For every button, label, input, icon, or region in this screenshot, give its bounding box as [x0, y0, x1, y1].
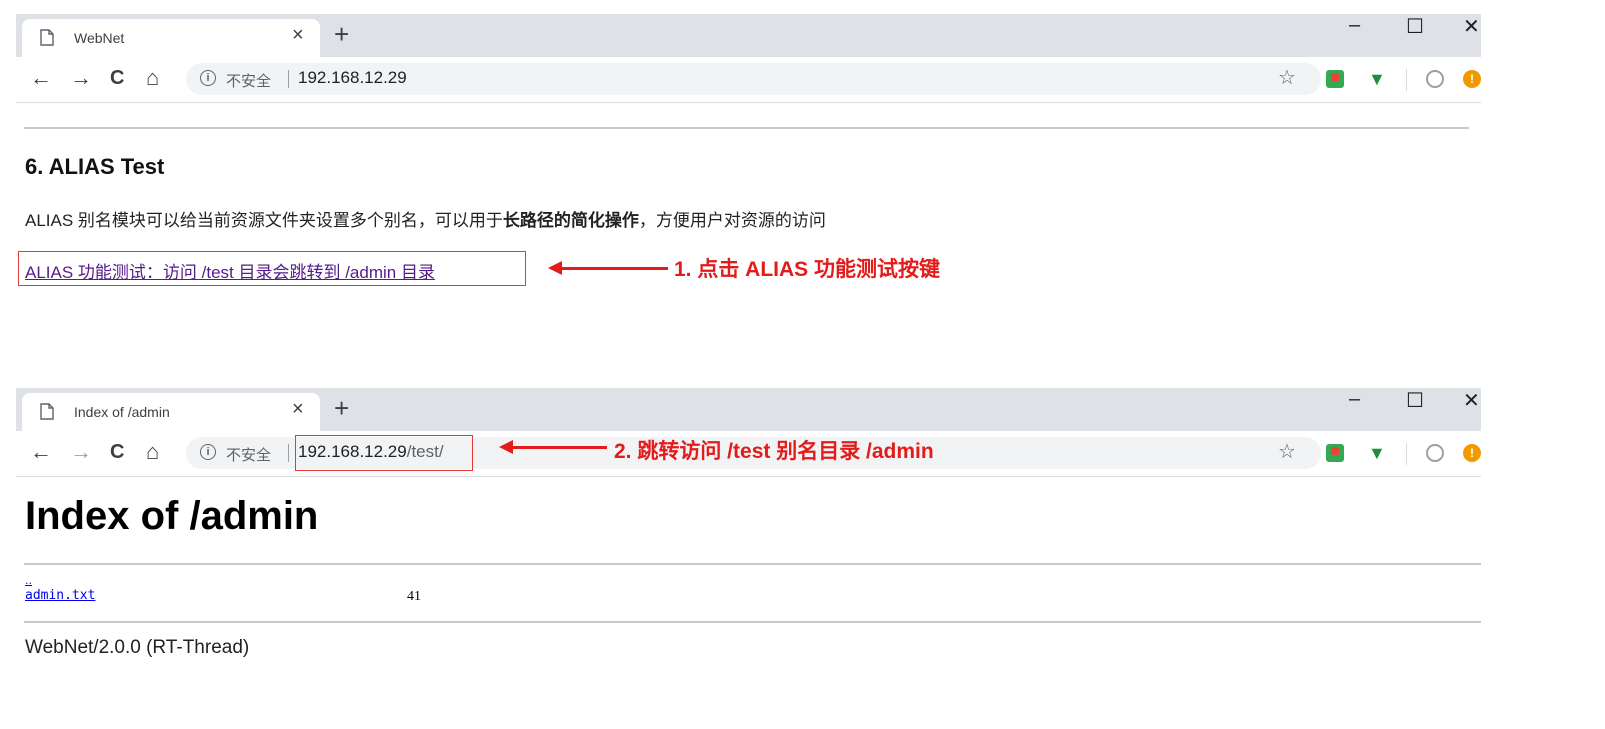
server-signature: WebNet/2.0.0 (RT-Thread)	[25, 637, 250, 658]
tab-index-admin[interactable]: Index of /admin ×	[22, 393, 320, 431]
update-warning-icon[interactable]: !	[1463, 70, 1481, 88]
close-window-button[interactable]: ✕	[1463, 14, 1480, 39]
annotation-step-2: 2. 跳转访问 /test 别名目录 /admin	[614, 440, 934, 463]
maximize-button[interactable]: ☐	[1406, 388, 1424, 413]
url-host: 192.168.12.29	[298, 68, 407, 87]
tab-close-icon[interactable]: ×	[292, 398, 304, 421]
bookmark-star-icon[interactable]: ☆	[1278, 441, 1296, 463]
omnibox-divider	[288, 444, 289, 462]
extension-shield-icon[interactable]: ▼	[1368, 444, 1386, 462]
reload-icon[interactable]: C	[110, 441, 124, 463]
desc-bold-text: 长路径的简化操作	[502, 211, 639, 230]
extension-pdf-icon[interactable]	[1326, 444, 1344, 462]
security-label: 不安全	[226, 73, 272, 90]
tab-webnet[interactable]: WebNet ×	[22, 19, 320, 57]
reload-icon[interactable]: C	[110, 67, 124, 89]
info-icon[interactable]: i	[200, 70, 216, 86]
index-heading: Index of /admin	[25, 494, 319, 538]
update-warning-icon[interactable]: !	[1463, 444, 1481, 462]
highlight-box-link	[18, 251, 526, 286]
home-icon[interactable]: ⌂	[146, 441, 159, 463]
file-size: 41	[407, 589, 421, 604]
minimize-button[interactable]: –	[1349, 388, 1360, 411]
bookmark-star-icon[interactable]: ☆	[1278, 67, 1296, 89]
browser-window-index: Index of /admin × + – ☐ ✕ ← → C ⌂ i 不安全 …	[16, 388, 1481, 688]
section-heading: 6. ALIAS Test	[25, 154, 165, 179]
page-icon	[40, 403, 54, 420]
toolbar-divider	[1406, 443, 1407, 465]
maximize-button[interactable]: ☐	[1406, 14, 1424, 39]
page-icon	[40, 29, 54, 46]
annotation-step-1: 1. 点击 ALIAS 功能测试按键	[674, 258, 941, 281]
page-content: Index of /admin .. admin.txt 41 WebNet/2…	[16, 477, 1481, 688]
desc-text: ALIAS 别名模块可以给当前资源文件夹设置多个别名，可以用于	[25, 211, 503, 230]
tab-strip: Index of /admin × + – ☐ ✕	[16, 388, 1481, 431]
forward-icon[interactable]: →	[70, 67, 92, 89]
security-label: 不安全	[226, 447, 272, 464]
desc-text-tail: ，方便用户对资源的访问	[638, 211, 826, 230]
info-icon[interactable]: i	[200, 444, 216, 460]
address-bar[interactable]: i 不安全 192.168.12.29	[186, 63, 1321, 95]
index-divider-top	[24, 563, 1481, 565]
highlight-box-url	[295, 435, 473, 471]
tab-title: Index of /admin	[74, 404, 170, 420]
back-icon[interactable]: ←	[30, 441, 52, 463]
toolbar-divider	[1406, 69, 1407, 91]
section-description: ALIAS 别名模块可以给当前资源文件夹设置多个别名，可以用于长路径的简化操作，…	[25, 206, 826, 231]
omnibox-divider	[288, 70, 289, 88]
extension-shield-icon[interactable]: ▼	[1368, 70, 1386, 88]
home-icon[interactable]: ⌂	[146, 67, 159, 89]
profile-avatar-icon[interactable]	[1426, 444, 1444, 462]
annotation-arrow-2	[499, 440, 607, 454]
extension-pdf-icon[interactable]	[1326, 70, 1344, 88]
annotation-arrow-1	[548, 261, 668, 275]
parent-dir-link[interactable]: ..	[25, 574, 32, 587]
url-text[interactable]: 192.168.12.29	[298, 68, 407, 88]
top-divider	[24, 127, 1469, 129]
tab-strip: WebNet × + – ☐ ✕	[16, 14, 1481, 57]
browser-toolbar: ← → C ⌂ i 不安全 192.168.12.29 ☆ ▼ !	[16, 57, 1481, 103]
tab-close-icon[interactable]: ×	[292, 24, 304, 47]
close-window-button[interactable]: ✕	[1463, 388, 1480, 413]
new-tab-button[interactable]: +	[334, 395, 349, 421]
profile-avatar-icon[interactable]	[1426, 70, 1444, 88]
page-content: 6. ALIAS Test ALIAS 别名模块可以给当前资源文件夹设置多个别名…	[16, 103, 1481, 319]
back-icon[interactable]: ←	[30, 67, 52, 89]
minimize-button[interactable]: –	[1349, 14, 1360, 37]
forward-icon[interactable]: →	[70, 441, 92, 463]
tab-title: WebNet	[74, 30, 125, 46]
new-tab-button[interactable]: +	[334, 21, 349, 47]
file-link-admin-txt[interactable]: admin.txt	[25, 588, 95, 603]
index-divider-bottom	[24, 621, 1481, 623]
